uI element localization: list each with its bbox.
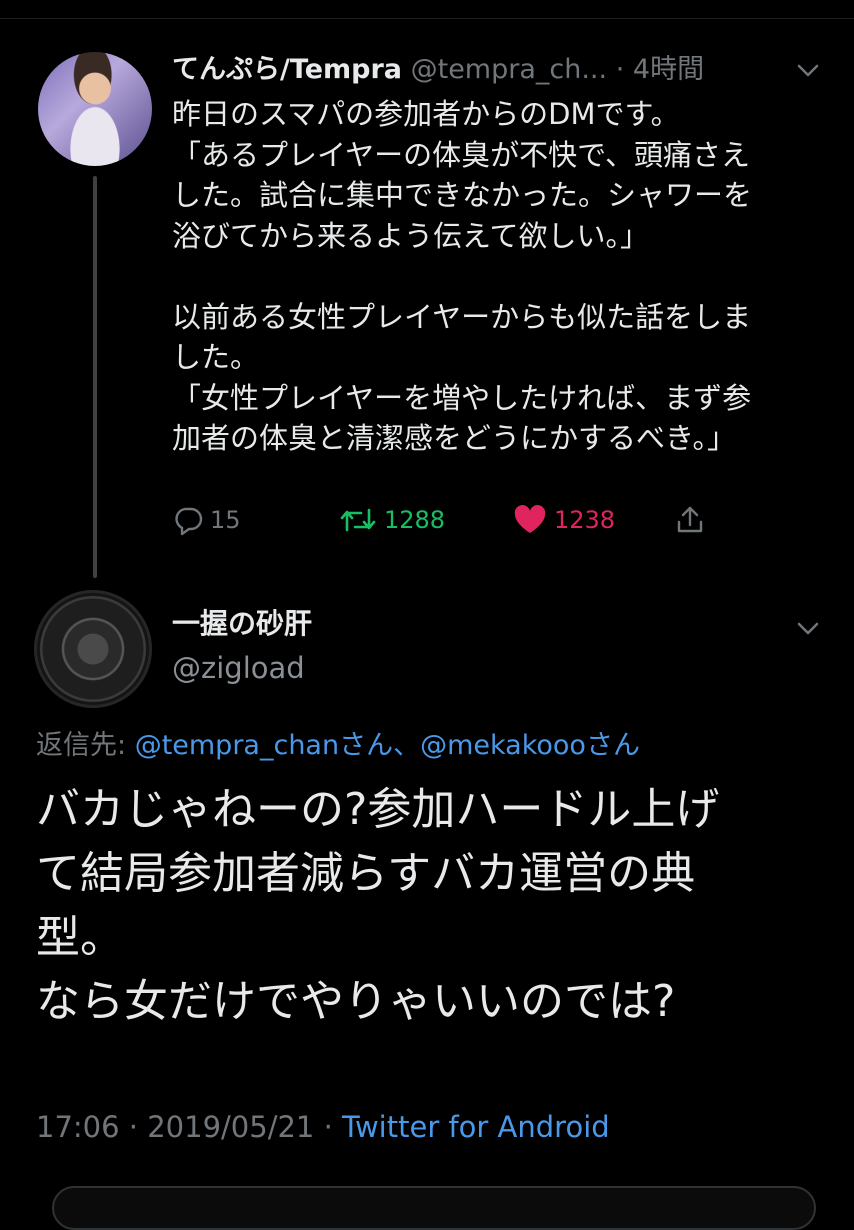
mention-link[interactable]: @mekakooo <box>420 730 586 761</box>
avatar[interactable] <box>38 52 152 166</box>
avatar[interactable] <box>34 590 152 708</box>
top-divider <box>0 18 854 19</box>
share-button[interactable] <box>674 500 712 540</box>
reply-icon <box>175 507 203 536</box>
chevron-down-icon[interactable] <box>794 58 822 82</box>
tweet-action-bar: 15 1288 1238 <box>172 500 732 540</box>
chevron-down-icon[interactable] <box>794 616 822 640</box>
display-name[interactable]: てんぷら/Tempra <box>172 54 402 85</box>
tweet-meta: 17:06 · 2019/05/21 · Twitter for Android <box>36 1106 610 1148</box>
tweet-time[interactable]: 17:06 <box>36 1110 120 1144</box>
heart-icon <box>514 505 546 533</box>
mention-suffix: さん、 <box>339 730 421 761</box>
reply-tweet-text: バカじゃねーの?参加ハードル上げ て結局参加者減らすバカ運営の典 型。 なら女だ… <box>36 784 720 1027</box>
share-icon <box>677 506 703 533</box>
parent-tweet-header: てんぷら/Tempra @tempra_ch... · 4時間 <box>172 48 812 92</box>
mention-suffix: さん <box>585 730 640 761</box>
reply-count: 15 <box>210 506 241 534</box>
mention-link[interactable]: @tempra_chan <box>135 730 339 761</box>
like-button[interactable]: 1238 <box>512 500 615 540</box>
tweet-timestamp[interactable]: 4時間 <box>633 54 704 85</box>
replying-to: 返信先: @tempra_chanさん、@mekakoooさん <box>36 726 640 766</box>
reply-button[interactable]: 15 <box>172 500 241 540</box>
replying-to-label: 返信先: <box>36 730 135 761</box>
separator-dot: · <box>314 1110 343 1144</box>
bottom-panel <box>52 1186 816 1230</box>
parent-tweet-text: 昨日のスマパの参加者からのDMです。 「あるプレイヤーの体臭が不快で、頭痛さえ … <box>172 97 753 455</box>
source-client-link[interactable]: Twitter for Android <box>342 1110 610 1144</box>
retweet-count: 1288 <box>384 506 446 534</box>
retweet-icon <box>340 508 376 532</box>
like-count: 1238 <box>554 506 616 534</box>
separator-dot: · <box>119 1110 148 1144</box>
display-name[interactable]: 一握の砂肝 <box>172 604 312 644</box>
tweet-date[interactable]: 2019/05/21 <box>147 1110 314 1144</box>
separator-dot: · <box>615 54 625 85</box>
handle[interactable]: @tempra_ch... <box>411 54 608 85</box>
thread-connector-line <box>93 176 97 578</box>
handle[interactable]: @zigload <box>172 648 305 688</box>
retweet-button[interactable]: 1288 <box>338 500 445 540</box>
